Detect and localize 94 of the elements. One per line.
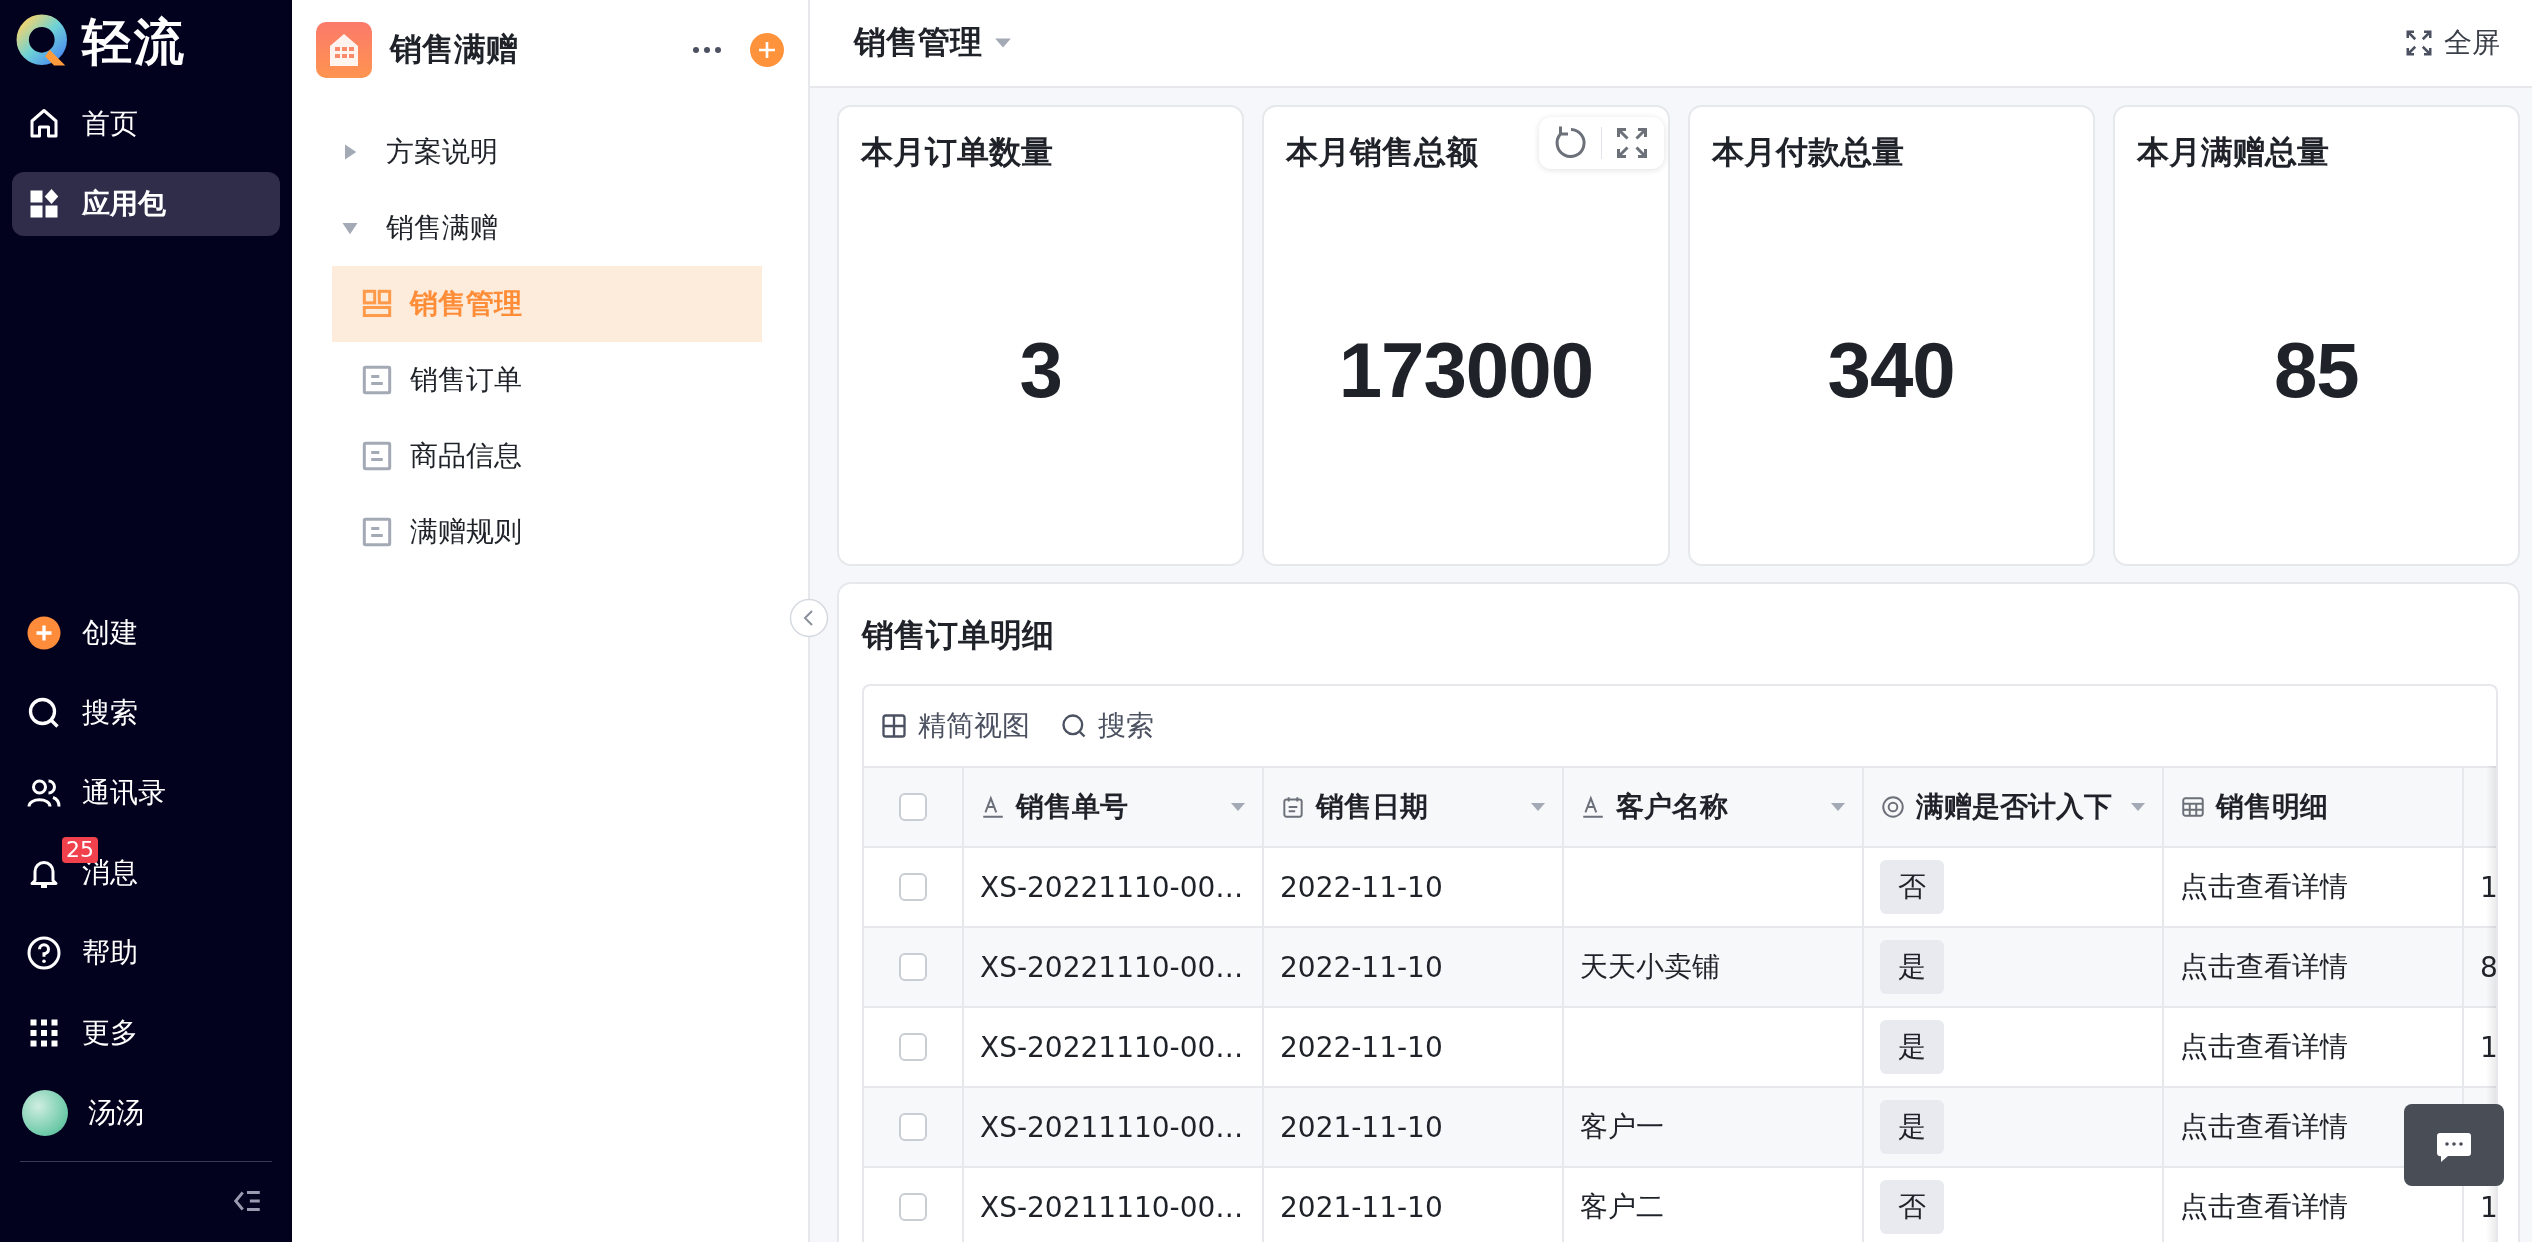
table-cell: 2021-11-10: [1280, 1190, 1443, 1224]
table-cell-text: 天天小卖铺: [1580, 949, 1720, 985]
text-field-icon: [1580, 794, 1606, 820]
column-header[interactable]: 销售日期: [1264, 768, 1564, 846]
sidebar-item[interactable]: 应用包: [12, 172, 280, 236]
table-cell: 2022-11-10: [1280, 1030, 1443, 1064]
checkbox[interactable]: [899, 873, 927, 901]
page-title[interactable]: 销售管理: [854, 21, 982, 65]
details-link[interactable]: 点击查看详情: [2180, 948, 2348, 986]
search-button[interactable]: 搜索: [1060, 707, 1154, 745]
details-link[interactable]: 点击查看详情: [2180, 868, 2348, 906]
more-icon[interactable]: [692, 45, 722, 55]
card-title: 本月订单数量: [861, 132, 1053, 173]
avatar: [22, 1090, 68, 1136]
checkbox[interactable]: [899, 1113, 927, 1141]
sidebar-item[interactable]: 帮助: [12, 921, 280, 985]
option-tag: 是: [1880, 940, 1944, 994]
table-cell: XS-20211110-00…: [980, 1110, 1244, 1144]
table-cell: XS-20211110-00…: [980, 1190, 1244, 1224]
option-tag: 否: [1880, 1180, 1944, 1234]
form-icon: [362, 517, 392, 547]
details-link[interactable]: 点击查看详情: [2180, 1028, 2348, 1066]
option-tag: 否: [1880, 860, 1944, 914]
checkbox[interactable]: [899, 1193, 927, 1221]
dashboard-icon: [362, 289, 392, 319]
caret-icon[interactable]: [994, 37, 1012, 49]
table-cell: 2021-11-10: [1280, 1110, 1443, 1144]
card-value: 173000: [1338, 325, 1593, 416]
option-tag: 是: [1880, 1020, 1944, 1074]
tree-group[interactable]: 方案说明: [340, 114, 762, 190]
checkbox[interactable]: [899, 953, 927, 981]
sidebar-item[interactable]: 通讯录: [12, 761, 280, 825]
app-title: 销售满赠: [390, 29, 519, 70]
table-cell: 1: [2480, 1030, 2496, 1064]
app-icon: [316, 22, 372, 78]
details-link[interactable]: 点击查看详情: [2180, 1188, 2348, 1226]
checkbox[interactable]: [899, 793, 927, 821]
logo-text: 轻流: [82, 11, 186, 73]
card-value: 3: [1019, 325, 1062, 416]
calendar-icon: [1280, 794, 1306, 820]
table-cell: 1: [2480, 1190, 2496, 1224]
tree-group[interactable]: 销售满赠: [340, 190, 762, 266]
chat-button[interactable]: [2404, 1104, 2504, 1186]
card-value: 85: [2274, 325, 2359, 416]
view-button[interactable]: 精简视图: [880, 707, 1030, 745]
details-link[interactable]: 点击查看详情: [2180, 1108, 2348, 1146]
tree-item[interactable]: 商品信息: [332, 418, 762, 494]
sort-caret-icon[interactable]: [2130, 802, 2146, 812]
tree-label: 方案说明: [386, 134, 498, 170]
table-cell: 2022-11-10: [1280, 950, 1443, 984]
collapse-panel-icon[interactable]: [789, 598, 829, 638]
plus-icon: [26, 615, 62, 651]
unread-badge: 25: [62, 837, 98, 863]
table-cell: XS-20221110-00…: [980, 950, 1244, 984]
column-header[interactable]: 满赠是否计入下: [1864, 768, 2164, 846]
card-title: 本月满赠总量: [2136, 132, 2329, 173]
table-cell: 8: [2480, 950, 2496, 984]
fullscreen-button[interactable]: 全屏: [2396, 20, 2508, 66]
user-item[interactable]: 汤汤: [12, 1081, 280, 1145]
sort-caret-icon[interactable]: [1230, 802, 1246, 812]
sidebar-item[interactable]: 更多: [12, 1001, 280, 1065]
tree-item[interactable]: 销售订单: [332, 342, 762, 418]
form-icon: [362, 441, 392, 471]
column-header[interactable]: 销售单号: [964, 768, 1264, 846]
sidebar-item[interactable]: 创建: [12, 601, 280, 665]
tree-label: 销售满赠: [386, 210, 498, 246]
text-field-icon: [980, 794, 1006, 820]
card-title: 本月付款总量: [1711, 132, 1904, 173]
table-cell-text: 客户一: [1580, 1109, 1664, 1145]
table-cell: XS-20221110-00…: [980, 870, 1244, 904]
card-value: 340: [1827, 325, 1955, 416]
table-cell: 1: [2480, 870, 2496, 904]
table-cell: XS-20221110-00…: [980, 1030, 1244, 1064]
sort-caret-icon[interactable]: [1830, 802, 1846, 812]
card-title: 本月销售总额: [1286, 132, 1479, 173]
help-icon: [26, 935, 62, 971]
search-icon: [1060, 712, 1088, 740]
option-tag: 是: [1880, 1100, 1944, 1154]
table-title: 销售订单明细: [862, 615, 1054, 656]
tree-item[interactable]: 满赠规则: [332, 494, 762, 570]
checkbox[interactable]: [899, 1033, 927, 1061]
form-icon: [362, 365, 392, 395]
table-cell-text: 客户二: [1580, 1189, 1664, 1225]
table-cell: 2022-11-10: [1280, 870, 1443, 904]
sidebar-item[interactable]: 首页: [12, 92, 280, 156]
radio-icon: [1880, 794, 1906, 820]
table-icon: [2180, 794, 2206, 820]
add-icon[interactable]: [750, 33, 784, 67]
grid-icon: [880, 712, 908, 740]
column-header[interactable]: 客户名称: [1564, 768, 1864, 846]
sort-caret-icon[interactable]: [1530, 802, 1546, 812]
expand-icon: [2404, 28, 2434, 58]
sidebar-item[interactable]: 搜索: [12, 681, 280, 745]
column-header[interactable]: 销售明细: [2164, 768, 2464, 846]
